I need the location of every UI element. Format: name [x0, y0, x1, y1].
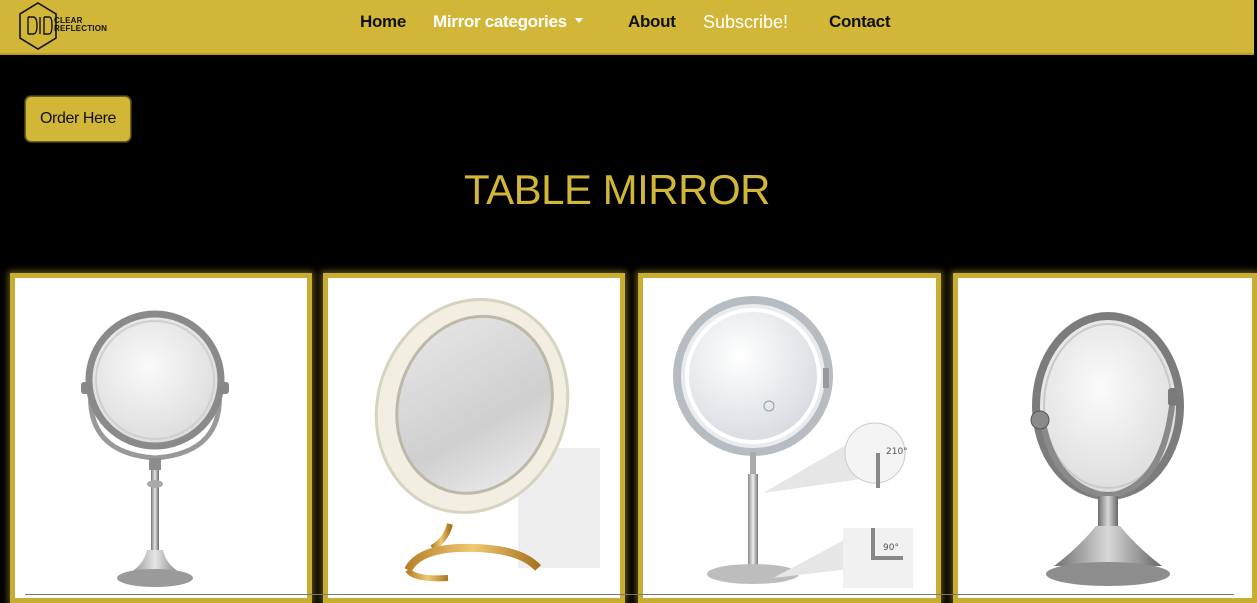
chevron-down-icon	[574, 18, 583, 23]
product-card[interactable]	[10, 273, 312, 603]
brand-line2: REFLECTION	[54, 24, 108, 33]
svg-text:90°: 90°	[883, 543, 899, 553]
product-card[interactable]: 210° 90°	[638, 273, 941, 603]
oval-pewter-table-mirror-image	[1030, 312, 1184, 586]
product-card[interactable]	[323, 273, 625, 603]
page-divider	[25, 594, 1234, 595]
brand-logo[interactable]: CLEAR REFLECTION	[18, 2, 110, 50]
top-navbar: CLEAR REFLECTION Home Mirror categories …	[0, 0, 1254, 55]
nav-mirror-categories-label: Mirror categories	[433, 12, 567, 31]
product-card[interactable]	[953, 273, 1257, 603]
nav-subscribe[interactable]: Subscribe!	[703, 12, 788, 33]
cream-round-mirror-gold-stand-image	[374, 298, 600, 582]
hexagon-logo-icon	[19, 2, 57, 50]
nav-home[interactable]: Home	[360, 12, 406, 32]
lighted-magnifying-vanity-mirror-image: 210° 90°	[673, 296, 913, 588]
nav-mirror-categories[interactable]: Mirror categories	[433, 12, 583, 32]
svg-text:210°: 210°	[886, 447, 908, 457]
nav-contact[interactable]: Contact	[829, 12, 890, 32]
nav-about[interactable]: About	[628, 12, 676, 32]
page-title: TABLE MIRROR	[464, 166, 770, 213]
round-metal-table-mirror-image	[81, 310, 229, 587]
brand-name: CLEAR REFLECTION	[54, 17, 107, 33]
order-here-button[interactable]: Order Here	[25, 96, 131, 142]
